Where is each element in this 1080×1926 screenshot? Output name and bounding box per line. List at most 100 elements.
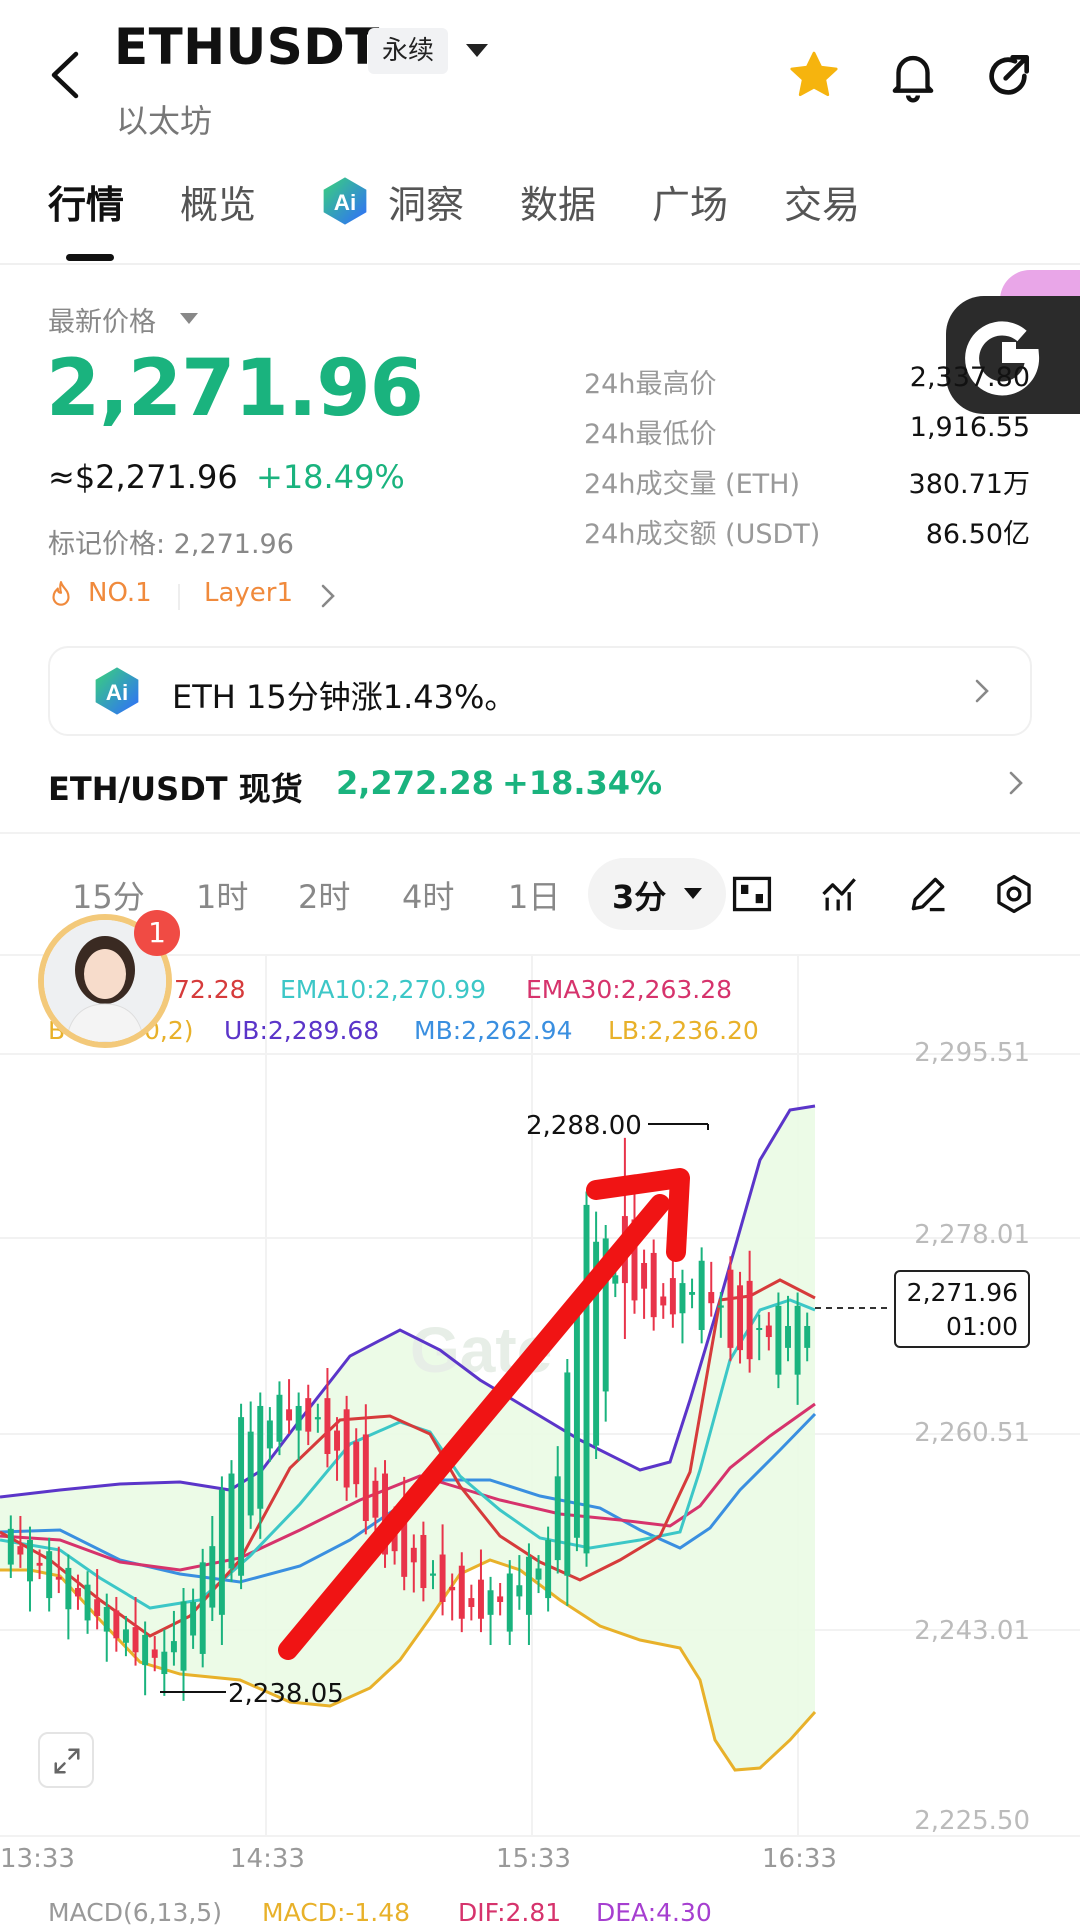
candle: [679, 1283, 686, 1314]
divider: [0, 832, 1080, 834]
chevron-right-icon: [321, 584, 335, 608]
tab-data[interactable]: 数据: [520, 174, 596, 229]
back-arrow-icon[interactable]: [44, 50, 88, 100]
last-price-label[interactable]: 最新价格: [48, 300, 156, 339]
candle: [727, 1269, 734, 1348]
candle: [238, 1417, 245, 1576]
candle: [305, 1398, 312, 1432]
candle: [756, 1327, 763, 1331]
candle: [276, 1394, 283, 1442]
timeframe-1h[interactable]: 1时: [196, 872, 248, 918]
candle: [487, 1590, 494, 1615]
dif-value: DIF:2.81: [458, 1898, 562, 1926]
candle: [65, 1567, 72, 1610]
high-annotation: 2,288.00: [526, 1111, 642, 1141]
y-axis-label: 2,225.50: [914, 1806, 1030, 1836]
candle: [362, 1434, 369, 1522]
candle: [804, 1325, 811, 1348]
mb-value: MB:2,262.94: [414, 1016, 573, 1045]
timeframe-2h[interactable]: 2时: [298, 872, 350, 918]
macd-label: MACD(6,13,5): [48, 1898, 222, 1926]
candle: [36, 1562, 43, 1566]
candle: [449, 1586, 456, 1591]
candle: [775, 1305, 782, 1375]
candle: [84, 1584, 91, 1621]
category-tag: Layer1: [204, 578, 294, 608]
candle: [334, 1430, 341, 1451]
candle: [641, 1262, 648, 1289]
dropdown-caret-icon[interactable]: [466, 44, 488, 57]
candle: [190, 1601, 197, 1636]
tab-square[interactable]: 广场: [652, 174, 728, 229]
tab-overview[interactable]: 概览: [180, 174, 256, 229]
candle: [314, 1417, 321, 1420]
chevron-down-icon[interactable]: [180, 313, 198, 324]
candle: [74, 1588, 81, 1597]
candle: [180, 1601, 187, 1671]
candle: [247, 1431, 254, 1516]
asset-name: 以太坊: [116, 102, 213, 140]
candle: [132, 1627, 139, 1653]
bell-icon[interactable]: [884, 46, 942, 104]
chevron-right-icon[interactable]: [1006, 768, 1026, 798]
candle-countdown: 01:00: [945, 1312, 1018, 1341]
dea-value: DEA:4.30: [596, 1898, 712, 1926]
candle: [516, 1585, 523, 1597]
candle: [717, 1305, 724, 1308]
stat-value-turnover: 86.50亿: [925, 519, 1030, 550]
fullscreen-button[interactable]: [38, 1732, 94, 1788]
flame-icon: [52, 581, 70, 606]
svg-text:Ai: Ai: [106, 680, 129, 705]
candle: [199, 1562, 206, 1654]
chart-type-icon[interactable]: [730, 872, 774, 916]
chevron-right-icon[interactable]: [972, 676, 992, 706]
candle: [161, 1651, 168, 1675]
candle: [612, 1275, 619, 1284]
grid-lines: [0, 956, 1080, 1837]
timeframe-1d[interactable]: 1日: [508, 872, 560, 918]
candle: [689, 1292, 696, 1295]
candle: [17, 1546, 24, 1555]
selected-timeframe[interactable]: 3分: [612, 872, 666, 918]
candle: [372, 1480, 379, 1518]
symbol-title[interactable]: ETHUSDT: [114, 18, 380, 76]
favorite-star-icon[interactable]: [786, 48, 842, 104]
candle: [103, 1607, 110, 1632]
stat-label-volume: 24h成交量 (ETH): [584, 469, 800, 500]
y-axis-label: 2,243.01: [914, 1616, 1030, 1646]
share-icon[interactable]: [980, 48, 1036, 104]
chevron-down-icon[interactable]: [684, 888, 702, 899]
candle: [564, 1372, 571, 1576]
timeframe-15m[interactable]: 15分: [72, 872, 145, 918]
tab-trade[interactable]: 交易: [784, 174, 860, 229]
tag-divider: [178, 584, 180, 610]
candle: [573, 1308, 580, 1538]
draw-pencil-icon[interactable]: [906, 872, 950, 916]
candle: [209, 1546, 216, 1608]
candle: [794, 1305, 801, 1375]
svg-text:Ai: Ai: [334, 190, 357, 215]
spot-pair-label[interactable]: ETH/USDT 现货: [48, 764, 303, 810]
contract-type-badge[interactable]: 永续: [368, 28, 449, 74]
tab-market[interactable]: 行情: [48, 174, 124, 229]
tab-insight[interactable]: 洞察: [388, 174, 464, 229]
candle: [477, 1579, 484, 1619]
last-price: 2,271.96: [46, 344, 424, 434]
ai-icon: Ai: [95, 667, 139, 715]
timeframe-4h[interactable]: 4时: [402, 872, 454, 918]
ema10-value: EMA10:2,270.99: [280, 975, 487, 1004]
candlestick-chart[interactable]: Gate 2,288.00 2,238.05: [0, 956, 1080, 1856]
candle: [410, 1547, 417, 1563]
candle: [170, 1641, 177, 1653]
settings-icon[interactable]: [992, 872, 1036, 916]
candle: [430, 1573, 436, 1576]
ema5-value: 72.28: [174, 975, 246, 1004]
candle: [343, 1409, 350, 1488]
floating-widget[interactable]: [946, 296, 1080, 414]
candle: [708, 1292, 715, 1304]
indicator-icon[interactable]: [818, 872, 862, 916]
candle: [660, 1296, 667, 1306]
candle: [113, 1610, 120, 1639]
ai-insight-icon: Ai: [323, 177, 367, 225]
stat-value-high: 2,337.80: [909, 362, 1030, 393]
